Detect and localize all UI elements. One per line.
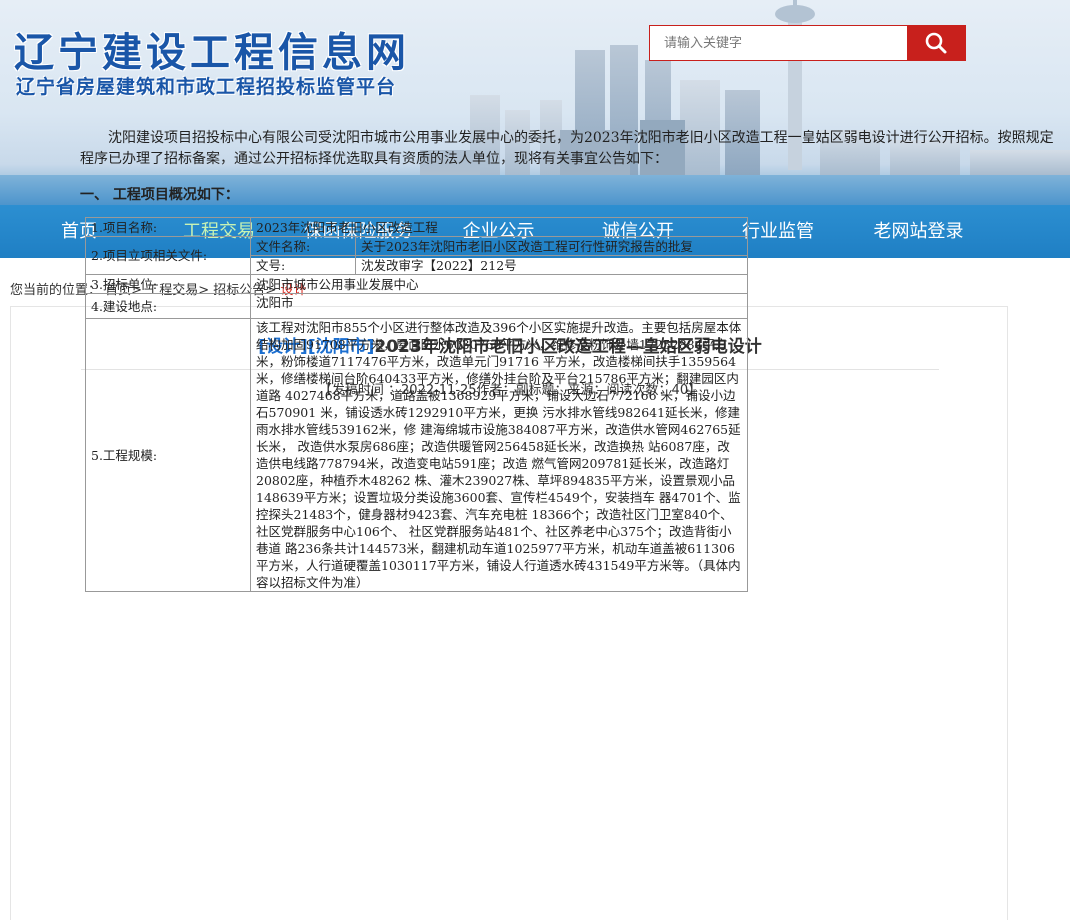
search-input[interactable] (650, 26, 907, 60)
search-icon (925, 32, 947, 54)
nav-item-old-site-login[interactable]: 老网站登录 (840, 205, 997, 258)
article-intro: 沈阳建设项目招投标中心有限公司受沈阳市城市公用事业发展中心的委托，为2023年沈… (80, 130, 1054, 167)
table-value: 沈发改审字【2022】212号 (355, 255, 748, 275)
table-row: 1.项目名称: 2023年沈阳市老旧小区改造工程 (85, 217, 748, 237)
header-banner: 辽宁建设工程信息网 辽宁省房屋建筑和市政工程招投标监管平台 (0, 0, 1070, 205)
table-sublabel: 文号: (250, 255, 356, 275)
table-label: 4.建设地点: (85, 293, 251, 319)
site-title: 辽宁建设工程信息网 (14, 30, 410, 76)
table-label: 2.项目立项相关文件: (85, 236, 251, 275)
table-row: 5.工程规模: 该工程对沈阳市855个小区进行整体改造及396个小区实施提升改造… (85, 318, 748, 592)
table-row: 2.项目立项相关文件: 文件名称: 关于2023年沈阳市老旧小区改造工程可行性研… (85, 236, 748, 275)
table-value: 沈阳市城市公用事业发展中心 (250, 274, 748, 294)
search-button[interactable] (907, 26, 965, 60)
table-sublabel: 文件名称: (250, 236, 356, 256)
table-label: 5.工程规模: (85, 318, 251, 592)
project-info-table: 1.项目名称: 2023年沈阳市老旧小区改造工程 2.项目立项相关文件: 文件名… (85, 217, 748, 592)
table-value: 沈阳市 (250, 293, 748, 319)
table-value: 该工程对沈阳市855个小区进行整体改造及396个小区实施提升改造。主要包括房屋本… (250, 318, 748, 592)
search-box (649, 25, 966, 61)
table-label: 1.项目名称: (85, 217, 251, 237)
table-row: 4.建设地点: 沈阳市 (85, 293, 748, 319)
site-subtitle: 辽宁省房屋建筑和市政工程招投标监管平台 (16, 76, 397, 98)
table-label: 3.招标单位: (85, 274, 251, 294)
section-heading: 一、 工程项目概况如下： (80, 187, 239, 203)
table-row: 3.招标单位: 沈阳市城市公用事业发展中心 (85, 274, 748, 294)
table-value: 关于2023年沈阳市老旧小区改造工程可行性研究报告的批复 (355, 236, 748, 256)
table-value: 2023年沈阳市老旧小区改造工程 (250, 217, 748, 237)
